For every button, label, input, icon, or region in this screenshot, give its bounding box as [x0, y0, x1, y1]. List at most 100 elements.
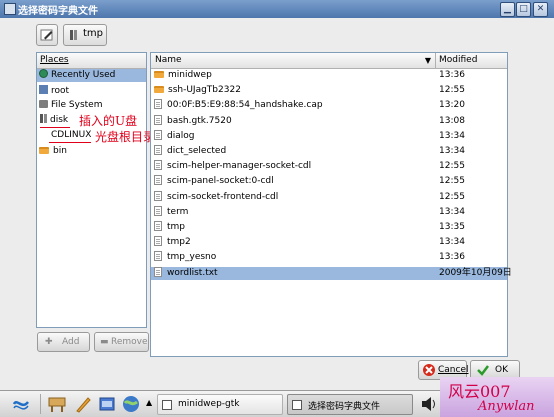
column-header-name[interactable]: Name ▼ [151, 53, 436, 69]
title-bar[interactable]: 选择密码字典文件 ▁ □ ✕ [0, 0, 554, 18]
file-name: ssh-UJagTb2322 [168, 85, 241, 96]
file-row[interactable]: term 13:34 [151, 205, 507, 219]
file-row[interactable]: dict_selected 13:34 [151, 145, 507, 158]
remove-place-button[interactable]: ▬ Remove [94, 332, 149, 352]
place-item-recently-used[interactable]: Recently Used [37, 69, 146, 82]
file-name: tmp [167, 222, 186, 232]
file-icon [154, 175, 162, 186]
file-row[interactable]: scim-panel-socket:0-cdl 12:55 [151, 175, 507, 188]
file-icon [154, 251, 162, 262]
file-icon [154, 205, 162, 216]
window-icon [292, 400, 302, 410]
hard-drive-icon [39, 100, 48, 108]
file-icon [154, 99, 162, 110]
file-name: dialog [167, 130, 195, 141]
drive-icon [70, 30, 77, 40]
file-name: term [167, 206, 189, 217]
edit-location-icon [40, 29, 53, 41]
file-name: wordlist.txt [167, 267, 218, 278]
file-modified: 13:34 [439, 146, 465, 156]
file-name: minidwep [168, 70, 212, 80]
file-modified: 12:55 [439, 161, 465, 172]
file-row[interactable]: scim-socket-frontend-cdl 12:55 [151, 190, 507, 204]
file-row[interactable]: tmp_yesno 13:36 [151, 251, 507, 264]
file-modified: 12:55 [439, 85, 465, 96]
place-item-bin[interactable]: bin [37, 145, 146, 158]
file-chooser-dialog: 选择密码字典文件 ▁ □ ✕ tmp Places Recently Used … [0, 0, 554, 390]
file-row[interactable]: bash.gtk.7520 13:08 [151, 114, 507, 128]
home-icon [39, 85, 48, 94]
folder-row[interactable]: minidwep 13:36 [151, 69, 507, 82]
maximize-button[interactable]: □ [516, 2, 531, 17]
ok-check-icon [477, 365, 489, 376]
file-list-pane: Name ▼ Modified minidwep 13:36 ssh-UJagTb2… [150, 52, 512, 357]
drive-icon [40, 114, 43, 123]
task-button-file-chooser[interactable]: 选择密码字典文件 [287, 394, 413, 415]
file-icon [154, 236, 162, 247]
maximize-icon: □ [519, 4, 528, 14]
file-name: scim-helper-manager-socket-cdl [167, 161, 312, 172]
file-modified: 13:36 [439, 70, 465, 80]
file-icon [154, 129, 162, 140]
file-modified: 13:08 [439, 115, 465, 126]
file-name: dict_selected [167, 146, 227, 156]
window-icon [162, 400, 172, 410]
file-name: bash.gtk.7520 [167, 115, 232, 126]
folder-icon [154, 71, 164, 78]
web-browser-icon[interactable] [122, 395, 140, 413]
file-row[interactable]: scim-helper-manager-socket-cdl 12:55 [151, 160, 507, 173]
file-row[interactable]: dialog 13:34 [151, 129, 507, 143]
path-label: tmp [83, 28, 104, 39]
file-name: scim-socket-frontend-cdl [167, 191, 279, 202]
minimize-button[interactable]: ▁ [500, 2, 515, 17]
file-modified: 13:35 [439, 222, 465, 232]
file-name: 00:0F:B5:E9:88:54_handshake.cap [167, 100, 323, 111]
file-icon [154, 266, 162, 277]
add-place-button[interactable]: ✚ Add [37, 332, 90, 352]
file-modified: 13:20 [439, 100, 465, 111]
file-modified: 12:55 [439, 176, 465, 187]
file-manager-icon[interactable] [98, 395, 116, 413]
watermark: 风云007 Anywlan [440, 377, 554, 417]
annotation-usb: 插入的U盘 [79, 114, 138, 128]
file-icon [154, 221, 162, 231]
file-icon [154, 114, 162, 125]
file-row[interactable]: 00:0F:B5:E9:88:54_handshake.cap 13:20 [151, 99, 507, 112]
file-icon [154, 160, 162, 171]
path-button-tmp[interactable]: tmp [63, 24, 107, 46]
places-pane: Places Recently Used root File System di… [36, 52, 147, 328]
taskbar-menu-arrow[interactable]: ▲ [146, 398, 152, 407]
minimize-icon: ▁ [504, 4, 511, 14]
file-modified: 2009年10月09日 [439, 267, 512, 278]
recently-used-icon [39, 69, 48, 78]
desktop-icon[interactable] [48, 395, 66, 413]
sort-down-icon: ▼ [424, 56, 431, 65]
window-icon [4, 3, 16, 15]
close-icon: ✕ [536, 4, 545, 14]
places-header[interactable]: Places [37, 53, 146, 69]
file-row[interactable]: wordlist.txt 2009年10月09日 [151, 266, 512, 280]
place-item-file-system[interactable]: File System [37, 99, 146, 112]
window-title: 选择密码字典文件 [18, 6, 98, 17]
file-icon [154, 145, 162, 155]
file-name: tmp_yesno [167, 252, 217, 263]
file-modified: 13:34 [439, 237, 465, 248]
column-header-modified[interactable]: Modified [436, 53, 507, 69]
folder-row[interactable]: ssh-UJagTb2322 12:55 [151, 84, 507, 97]
folder-icon [154, 86, 164, 94]
file-row[interactable]: tmp 13:35 [151, 221, 507, 234]
pencil-icon[interactable] [74, 395, 92, 413]
task-button-minidwep[interactable]: minidwep-gtk [157, 394, 283, 415]
type-location-button[interactable] [36, 24, 58, 46]
start-menu-icon[interactable] [12, 395, 30, 413]
place-item-root[interactable]: root [37, 85, 146, 98]
taskbar: ▲ minidwep-gtk 选择密码字典文件 风云007 Anywlan [0, 377, 554, 417]
plus-icon: ✚ [45, 337, 53, 347]
close-button[interactable]: ✕ [533, 2, 548, 17]
cancel-icon [423, 364, 435, 376]
file-modified: 13:36 [439, 252, 465, 263]
file-row[interactable]: tmp2 13:34 [151, 236, 507, 249]
minus-icon: ▬ [100, 337, 109, 347]
volume-icon[interactable] [420, 395, 438, 413]
file-name: tmp2 [167, 237, 191, 248]
